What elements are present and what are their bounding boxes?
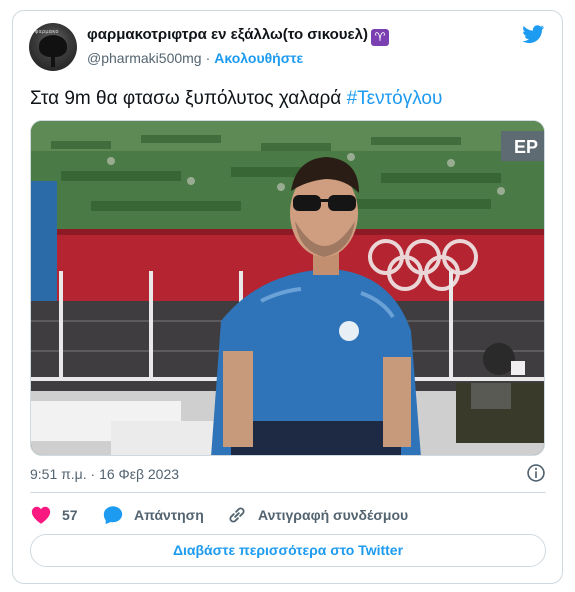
tweet-header: φαρμακο φαρμακοτριφτρα εν εξάλλω(το σικο… [29, 23, 546, 75]
display-name[interactable]: φαρμακοτριφτρα εν εξάλλω(το σικουελ) [87, 26, 368, 43]
avatar[interactable]: φαρμακο [29, 23, 77, 71]
copy-link-button[interactable]: Αντιγραφή συνδέσμου [226, 502, 408, 528]
like-count: 57 [62, 507, 78, 523]
tweet-timestamp[interactable]: 9:51 π.μ. · 16 Φεβ 2023 [30, 466, 179, 482]
follow-link[interactable]: Ακολουθήστε [214, 50, 303, 66]
tweet-card: φαρμακο φαρμακοτριφτρα εν εξάλλω(το σικο… [12, 10, 563, 584]
author-block: φαρμακοτριφτρα εν εξάλλω(το σικουελ) ♈ @p… [87, 26, 389, 66]
read-more-button[interactable]: Διαβάστε περισσότερα στο Twitter [30, 534, 546, 567]
reply-button[interactable]: Απάντηση [102, 502, 204, 528]
display-name-row: φαρμακοτριφτρα εν εξάλλω(το σικουελ) ♈ [87, 26, 389, 46]
divider [30, 492, 546, 493]
heart-icon [31, 506, 51, 524]
like-button[interactable]: 57 [30, 502, 78, 528]
media-image: EP [31, 121, 544, 455]
tweet-body: Στα 9m θα φτασω ξυπόλυτος χαλαρά [30, 88, 347, 109]
aries-emoji-icon: ♈ [370, 29, 389, 46]
handle-row: @pharmaki500mg · Ακολουθήστε [87, 50, 389, 66]
link-icon [229, 507, 245, 523]
user-handle[interactable]: @pharmaki500mg [87, 50, 202, 66]
hashtag-link[interactable]: #Τεντόγλου [347, 88, 443, 109]
tweet-media[interactable]: EP [30, 120, 545, 456]
scoreboard-text: EP [514, 137, 538, 157]
speech-bubble-icon [103, 506, 123, 525]
separator-dot: · [205, 50, 211, 66]
twitter-bird-icon[interactable] [521, 23, 546, 45]
copy-link-label: Αντιγραφή συνδέσμου [258, 507, 409, 523]
action-bar: 57 Απάντηση Αντιγραφή συνδέσμου [30, 502, 546, 528]
avatar-trunk-shape [51, 53, 55, 67]
reply-label: Απάντηση [134, 507, 204, 523]
tweet-text: Στα 9m θα φτασω ξυπόλυτος χαλαρά #Τεντόγ… [30, 87, 546, 111]
avatar-caption: φαρμακο [35, 29, 59, 35]
info-icon[interactable] [526, 463, 546, 483]
